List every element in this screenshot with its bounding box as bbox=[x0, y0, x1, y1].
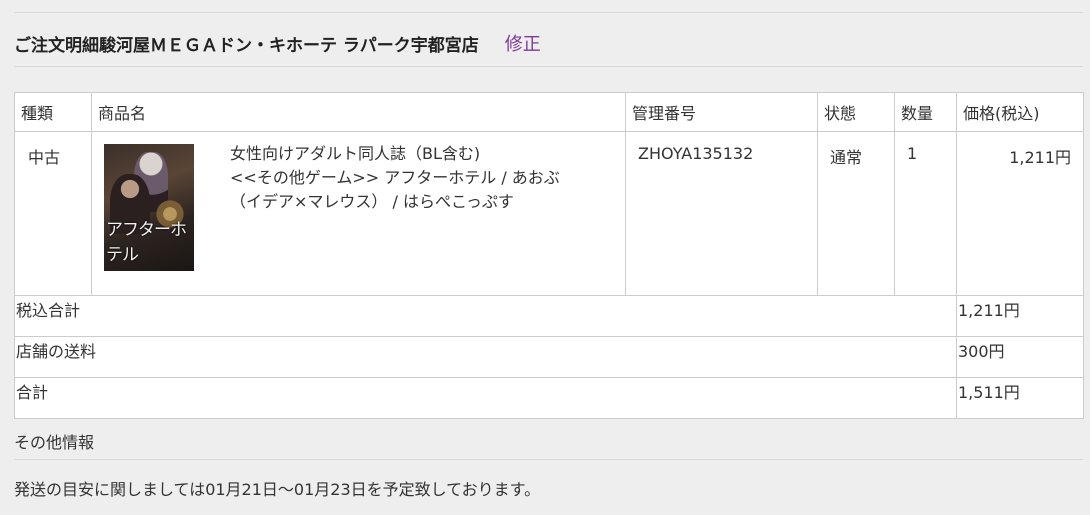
item-type: 中古 bbox=[14, 131, 92, 296]
product-name-line: 女性向けアダルト同人誌（BL含む) bbox=[230, 144, 481, 163]
product-name-line: （イデア×マレウス） / はらぺこっぷす bbox=[230, 192, 514, 211]
header-divider bbox=[14, 66, 1083, 67]
item-price: 1,211円 bbox=[956, 131, 1084, 296]
shipping-label: 店舗の送料 bbox=[14, 336, 957, 378]
shipping-estimate-note: 発送の目安に関しましては01月21日～01月23日を予定致しております。 bbox=[14, 480, 541, 499]
total-label: 合計 bbox=[14, 377, 957, 419]
item-product-cell: アフターホテル 女性向けアダルト同人誌（BL含む) <<その他ゲーム>> アフタ… bbox=[91, 131, 626, 296]
product-thumbnail[interactable]: アフターホテル bbox=[104, 144, 194, 271]
shipping-row: 店舗の送料 300円 bbox=[14, 336, 1084, 378]
total-row: 合計 1,511円 bbox=[14, 377, 1084, 419]
column-header-status: 状態 bbox=[817, 92, 895, 132]
subtotal-row: 税込合計 1,211円 bbox=[14, 295, 1084, 337]
shipping-value: 300円 bbox=[956, 336, 1084, 378]
order-header: ご注文明細駿河屋ＭＥＧＡドン・キホーテ ラパーク宇都宮店 修正 bbox=[14, 28, 1083, 58]
order-table: 種類 商品名 管理番号 状態 数量 価格(税込) 中古 アフターホテル 女性向け… bbox=[14, 92, 1084, 419]
column-header-type: 種類 bbox=[14, 92, 92, 132]
subtotal-label: 税込合計 bbox=[14, 295, 957, 337]
top-divider bbox=[14, 12, 1083, 13]
column-header-qty: 数量 bbox=[894, 92, 957, 132]
item-code: ZHOYA135132 bbox=[625, 131, 818, 296]
column-header-product: 商品名 bbox=[91, 92, 626, 132]
column-header-price: 価格(税込) bbox=[956, 92, 1084, 132]
other-info-divider bbox=[14, 459, 1083, 460]
product-name[interactable]: 女性向けアダルト同人誌（BL含む) <<その他ゲーム>> アフターホテル / あ… bbox=[230, 142, 560, 271]
other-info-title: その他情報 bbox=[14, 433, 95, 452]
table-row: 中古 アフターホテル 女性向けアダルト同人誌（BL含む) <<その他ゲーム>> … bbox=[14, 131, 1084, 296]
cover-title-text: アフターホテル bbox=[106, 220, 187, 265]
item-qty: 1 bbox=[894, 131, 957, 296]
column-header-code: 管理番号 bbox=[625, 92, 818, 132]
total-value: 1,511円 bbox=[956, 377, 1084, 419]
page-title: ご注文明細駿河屋ＭＥＧＡドン・キホーテ ラパーク宇都宮店 bbox=[14, 35, 479, 56]
item-status: 通常 bbox=[817, 131, 895, 296]
product-name-line: <<その他ゲーム>> アフターホテル / あおぶ bbox=[230, 168, 560, 187]
subtotal-value: 1,211円 bbox=[956, 295, 1084, 337]
table-header-row: 種類 商品名 管理番号 状態 数量 価格(税込) bbox=[14, 92, 1084, 132]
edit-link[interactable]: 修正 bbox=[505, 30, 541, 56]
